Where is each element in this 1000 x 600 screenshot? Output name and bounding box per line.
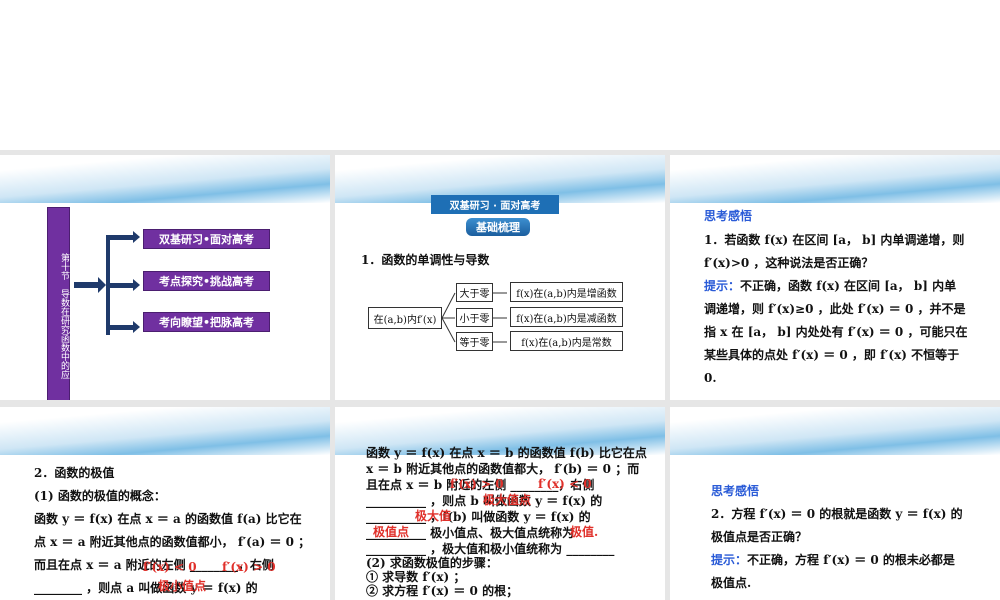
result-constant: f(x)在(a,b)内是常数 [510,331,623,351]
hint-line: 极值点. [711,576,752,590]
text-line: 函数 y ＝ f(x) 在点 x ＝ b 的函数值 f(b) 比它在点 [366,446,647,460]
answer-left: f′(x) > 0 [450,477,504,491]
reflection-title: 思考感悟 [711,484,760,498]
reflection-title: 思考感悟 [704,209,753,223]
hint-text: 不正确，方程 f′(x) ＝ 0 的根未必都是 [747,553,955,567]
cond-positive: 大于零 [456,283,493,302]
result-decreasing: f(x)在(a,b)内是减函数 [510,307,623,327]
slide-2[interactable]: 双基研习 · 面对高考 基础梳理 1．函数的单调性与导数 在(a,b)内f′(x… [335,155,665,400]
question-line: 1．若函数 f(x) 在区间 [a， b] 内单调递增，则 [704,233,965,247]
hint-line: 某些具体的点处 f′(x) ＝ 0 ，即 f′(x) 不恒等于 [704,348,960,362]
question-line: 2．方程 f′(x) ＝ 0 的根就是函数 y ＝ f(x) 的 [711,507,963,521]
text-line: ________ ，则点 a 叫做函数 y ＝ f(x) 的 [34,581,258,595]
hint-label: 提示： [704,279,741,293]
text-line: (1) 函数的极值的概念： [34,489,166,503]
text-line: x ＝ b 附近其他点的函数值都大， f′(b) ＝ 0 ；而 [366,462,640,476]
answer-right: f′(x) > 0 [222,560,276,574]
slide-1[interactable]: 第十节 导数在研究函数中的应 双基研习•面对高考 考点探究•挑战高考 考向瞭望•… [0,155,330,400]
slide-3[interactable]: 思考感悟 1．若函数 f(x) 在区间 [a， b] 内单调递增，则 f′(x)… [670,155,1000,400]
slide-6[interactable]: 思考感悟 2．方程 f′(x) ＝ 0 的根就是函数 y ＝ f(x) 的 极值… [670,407,1000,600]
result-increasing: f(x)在(a,b)内是增函数 [510,282,623,302]
header-band [670,155,1000,203]
answer-max-point: 极大值点 [483,493,532,507]
slide-grid: 第十节 导数在研究函数中的应 双基研习•面对高考 考点探究•挑战高考 考向瞭望•… [0,150,1000,600]
header-band [0,407,330,455]
hint-line: 提示：不正确，函数 f(x) 在区间 [a， b] 内单 [704,275,956,298]
menu-item-exam-points[interactable]: 考点探究•挑战高考 [143,271,270,291]
text-line: 函数 y ＝ f(x) 在点 x ＝ a 的函数值 f(a) 比它在 [34,512,302,526]
menu-item-exam-outlook[interactable]: 考向瞭望•把脉高考 [143,312,270,332]
diagram-arrows [441,292,507,343]
cond-negative: 小于零 [456,308,493,327]
question-line: 极值点是否正确？ [711,530,808,544]
answer-right: f′(x) < 0 [538,477,592,491]
question-line: f′(x)>0 ，这种说法是否正确？ [704,256,874,270]
answer-extreme-value: 极值. [570,525,599,539]
answer-left: f′(x) < 0 [143,560,197,574]
menu-item-basics[interactable]: 双基研习•面对高考 [143,229,270,249]
answer-min-point: 极小值点 [158,579,207,593]
slide-5[interactable]: 函数 y ＝ f(x) 在点 x ＝ b 的函数值 f(b) 比它在点 x ＝ … [335,407,665,600]
header-band [670,407,1000,455]
text-line: ② 求方程 f′(x) ＝ 0 的根； [366,584,519,598]
text-line: 点 x ＝ a 附近其他点的函数值都小， f′(a) ＝ 0 ； [34,535,311,549]
hint-line: 调递增，则 f′(x)≥0 ，此处 f′(x) ＝ 0 ，并不是 [704,302,966,316]
slide-4[interactable]: 2．函数的极值 (1) 函数的极值的概念： 函数 y ＝ f(x) 在点 x ＝… [0,407,330,600]
text-line: 2．函数的极值 [34,466,115,480]
hint-line: 提示：不正确，方程 f′(x) ＝ 0 的根未必都是 [711,549,955,572]
answer-extreme-point: 极值点 [373,525,410,539]
cond-zero: 等于零 [456,332,493,351]
text-line: __________ ，f(b) 叫做函数 y ＝ f(x) 的 [366,510,591,524]
hint-line: 0. [704,371,717,385]
hint-text: 不正确，函数 f(x) 在区间 [a， b] 内单 [740,279,957,293]
hint-label: 提示： [711,553,748,567]
hint-line: 指 x 在 [a， b] 内处处有 f′(x) ＝ 0 ，可能只在 [704,325,968,339]
answer-max-value: 极大值 [415,509,452,523]
